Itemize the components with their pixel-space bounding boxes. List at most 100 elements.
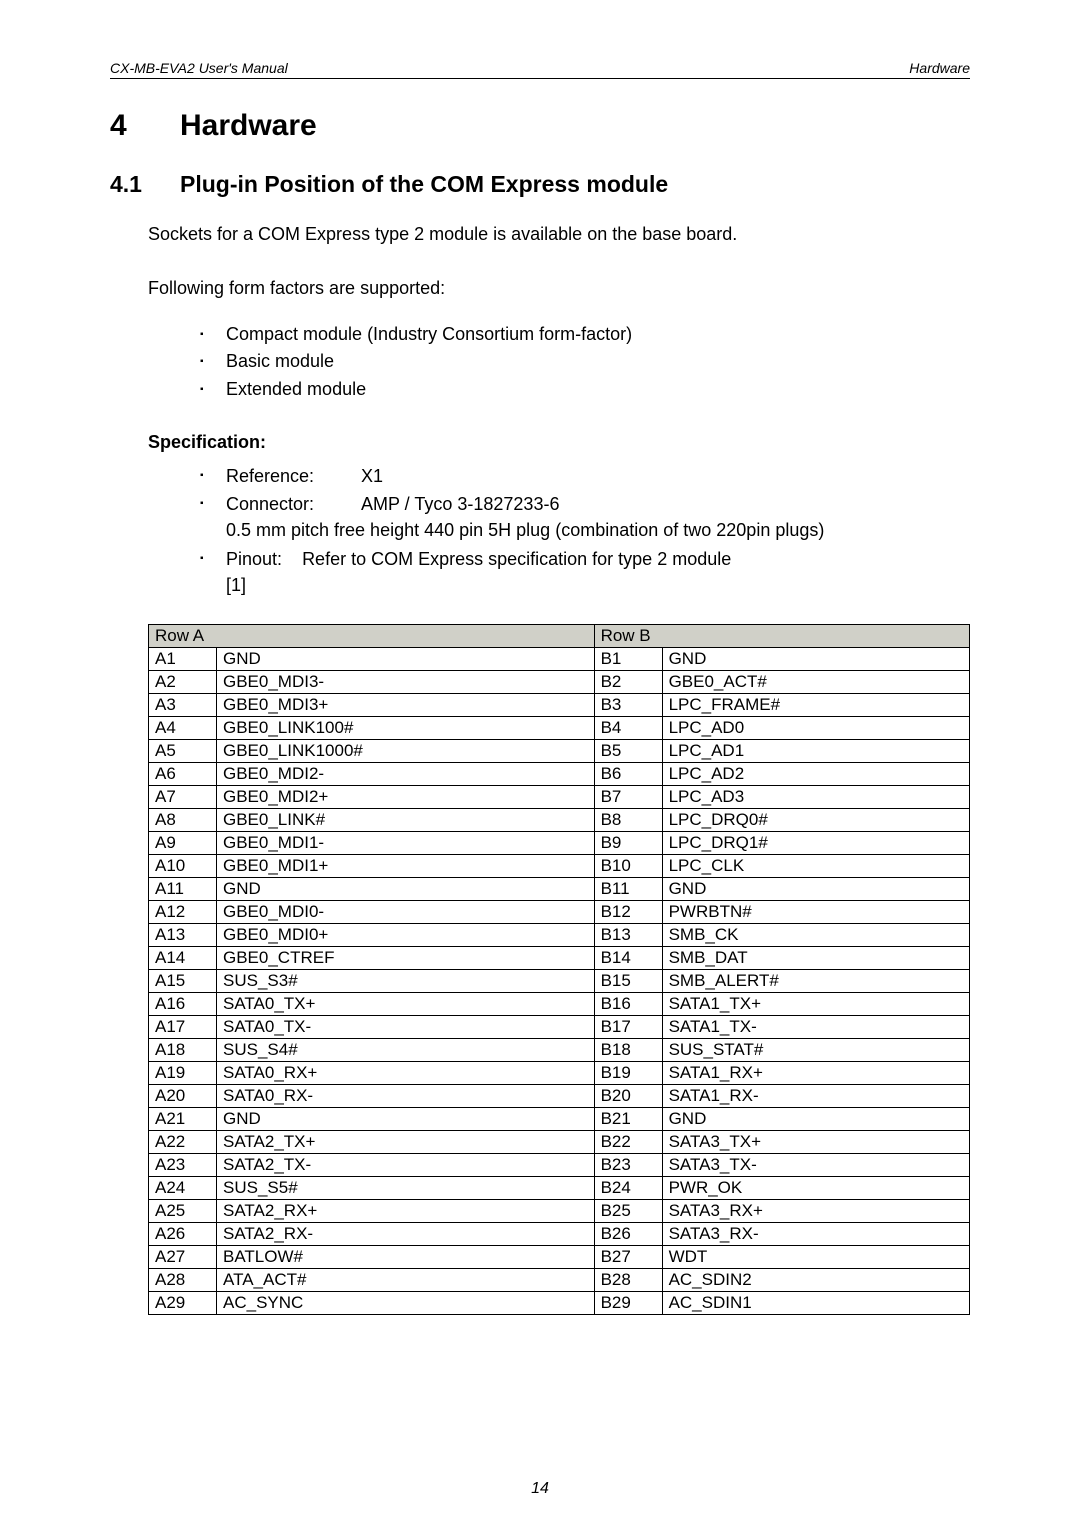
paragraph-sockets: Sockets for a COM Express type 2 module …	[148, 222, 970, 246]
list-item: Compact module (Industry Consortium form…	[200, 321, 970, 349]
pin-cell: A18	[149, 1038, 217, 1061]
table-row: A27BATLOW#B27WDT	[149, 1245, 970, 1268]
table-row: A16SATA0_TX+B16SATA1_TX+	[149, 992, 970, 1015]
signal-cell: GND	[217, 647, 595, 670]
pin-cell: B22	[594, 1130, 662, 1153]
signal-cell: ATA_ACT#	[217, 1268, 595, 1291]
signal-cell: LPC_CLK	[662, 854, 969, 877]
signal-cell: SATA3_RX+	[662, 1199, 969, 1222]
signal-cell: SMB_ALERT#	[662, 969, 969, 992]
signal-cell: AC_SDIN1	[662, 1291, 969, 1314]
signal-cell: GND	[662, 647, 969, 670]
spec-value: X1	[361, 466, 383, 486]
pin-cell: B15	[594, 969, 662, 992]
pin-cell: B29	[594, 1291, 662, 1314]
page-header: CX-MB-EVA2 User's Manual Hardware	[110, 60, 970, 79]
paragraph-formfactors: Following form factors are supported:	[148, 276, 970, 300]
spec-connector-detail: 0.5 mm pitch free height 440 pin 5H plug…	[226, 517, 970, 543]
table-row: A24SUS_S5#B24PWR_OK	[149, 1176, 970, 1199]
signal-cell: SATA2_TX+	[217, 1130, 595, 1153]
pin-cell: A4	[149, 716, 217, 739]
spec-label: Pinout:	[226, 549, 282, 569]
pin-cell: A26	[149, 1222, 217, 1245]
signal-cell: BATLOW#	[217, 1245, 595, 1268]
spec-value: Refer to COM Express specification for t…	[302, 549, 731, 569]
signal-cell: GBE0_LINK100#	[217, 716, 595, 739]
pin-cell: B14	[594, 946, 662, 969]
signal-cell: LPC_AD1	[662, 739, 969, 762]
pin-cell: A27	[149, 1245, 217, 1268]
signal-cell: GBE0_MDI2-	[217, 762, 595, 785]
specification-heading: Specification:	[148, 432, 970, 453]
signal-cell: PWR_OK	[662, 1176, 969, 1199]
header-right: Hardware	[909, 60, 970, 76]
table-row: A3GBE0_MDI3+B3LPC_FRAME#	[149, 693, 970, 716]
table-row: A5GBE0_LINK1000#B5LPC_AD1	[149, 739, 970, 762]
pin-cell: B16	[594, 992, 662, 1015]
pin-cell: A13	[149, 923, 217, 946]
signal-cell: SATA3_TX-	[662, 1153, 969, 1176]
pin-cell: A9	[149, 831, 217, 854]
list-item: Extended module	[200, 376, 970, 404]
signal-cell: LPC_AD0	[662, 716, 969, 739]
table-row: A12GBE0_MDI0-B12PWRBTN#	[149, 900, 970, 923]
pin-cell: A29	[149, 1291, 217, 1314]
signal-cell: LPC_AD3	[662, 785, 969, 808]
table-row: A11GNDB11GND	[149, 877, 970, 900]
pin-cell: A12	[149, 900, 217, 923]
signal-cell: GND	[217, 877, 595, 900]
signal-cell: SATA2_RX-	[217, 1222, 595, 1245]
pin-cell: A2	[149, 670, 217, 693]
table-row: A18SUS_S4#B18SUS_STAT#	[149, 1038, 970, 1061]
signal-cell: GBE0_MDI1+	[217, 854, 595, 877]
table-row: A19SATA0_RX+B19SATA1_RX+	[149, 1061, 970, 1084]
signal-cell: SATA3_TX+	[662, 1130, 969, 1153]
table-row: A4GBE0_LINK100#B4LPC_AD0	[149, 716, 970, 739]
spec-value: AMP / Tyco 3-1827233-6	[361, 494, 559, 514]
heading-2: 4.1Plug-in Position of the COM Express m…	[110, 171, 970, 198]
heading-1: 4Hardware	[110, 109, 970, 143]
table-header-b: Row B	[594, 624, 969, 647]
pin-cell: A14	[149, 946, 217, 969]
heading-1-title: Hardware	[180, 109, 317, 142]
pin-cell: A24	[149, 1176, 217, 1199]
signal-cell: SATA1_RX+	[662, 1061, 969, 1084]
table-row: A21GNDB21GND	[149, 1107, 970, 1130]
pin-cell: A3	[149, 693, 217, 716]
signal-cell: SATA1_TX-	[662, 1015, 969, 1038]
heading-1-number: 4	[110, 109, 180, 143]
pin-cell: B4	[594, 716, 662, 739]
signal-cell: SATA0_RX-	[217, 1084, 595, 1107]
pin-cell: A20	[149, 1084, 217, 1107]
pin-cell: A6	[149, 762, 217, 785]
signal-cell: SATA1_RX-	[662, 1084, 969, 1107]
signal-cell: SUS_S3#	[217, 969, 595, 992]
pin-cell: B20	[594, 1084, 662, 1107]
spec-reference: Reference:X1	[200, 463, 970, 489]
table-row: A29AC_SYNCB29AC_SDIN1	[149, 1291, 970, 1314]
table-row: A2GBE0_MDI3-B2GBE0_ACT#	[149, 670, 970, 693]
table-row: A10GBE0_MDI1+B10LPC_CLK	[149, 854, 970, 877]
signal-cell: GBE0_MDI3+	[217, 693, 595, 716]
pin-cell: A21	[149, 1107, 217, 1130]
pin-cell: B23	[594, 1153, 662, 1176]
table-row: A22SATA2_TX+B22SATA3_TX+	[149, 1130, 970, 1153]
signal-cell: GBE0_MDI2+	[217, 785, 595, 808]
pin-cell: A25	[149, 1199, 217, 1222]
signal-cell: SUS_STAT#	[662, 1038, 969, 1061]
signal-cell: LPC_FRAME#	[662, 693, 969, 716]
pin-cell: A11	[149, 877, 217, 900]
specification-list: Reference:X1 Connector:AMP / Tyco 3-1827…	[200, 463, 970, 597]
table-row: A6GBE0_MDI2-B6LPC_AD2	[149, 762, 970, 785]
pin-cell: A16	[149, 992, 217, 1015]
pin-cell: B19	[594, 1061, 662, 1084]
signal-cell: GND	[217, 1107, 595, 1130]
pin-cell: A22	[149, 1130, 217, 1153]
spec-pinout-ref: [1]	[226, 572, 970, 598]
pin-cell: B27	[594, 1245, 662, 1268]
pin-cell: B13	[594, 923, 662, 946]
pin-cell: B8	[594, 808, 662, 831]
pin-cell: A1	[149, 647, 217, 670]
table-header-a: Row A	[149, 624, 595, 647]
pin-cell: A7	[149, 785, 217, 808]
